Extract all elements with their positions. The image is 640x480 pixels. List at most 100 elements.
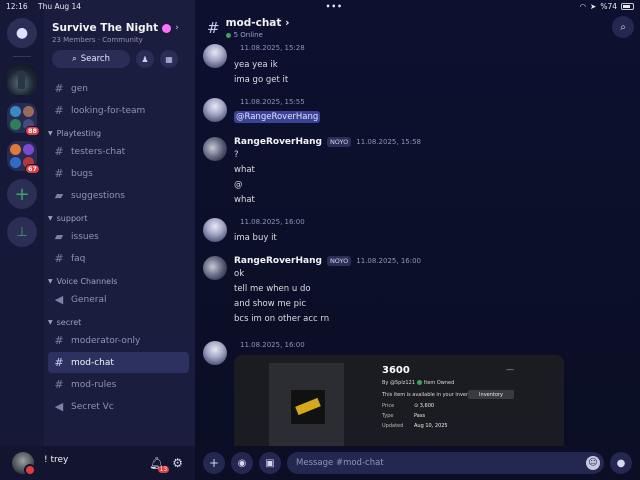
hash-icon: # [54,378,64,391]
settings-button[interactable]: ⚙ [172,456,183,470]
hash-icon: # [54,356,64,369]
voice-message-button[interactable]: ● [610,452,632,474]
channel-title-button[interactable]: mod-chat › 5 Online [226,17,290,39]
wifi-icon: ◠ [579,1,587,11]
avatar[interactable] [203,218,227,242]
message-text: what [234,195,255,205]
category-secret[interactable]: ▼ secret [44,311,195,329]
location-icon: ➤ [590,1,597,11]
avatar[interactable] [203,341,227,365]
channel-issues[interactable]: ▰ issues [48,226,189,247]
author-name[interactable]: RangeRoverHang [234,256,322,266]
message-placeholder: Message #mod-chat [296,458,384,468]
category-voice-channels[interactable]: ▼ Voice Channels [44,270,195,288]
folder-2-badge: 67 [24,164,40,174]
locked-speaker-icon: ◀ [54,400,64,413]
folder-1-badge: 88 [24,126,40,136]
gear-icon: ⚙ [172,456,183,470]
server-folder-1[interactable]: 88 [7,103,40,136]
channel-mod-chat[interactable]: # mod-chat [48,352,189,373]
channel-testers-chat[interactable]: # testers-chat [48,141,189,162]
chevron-down-icon: ▼ [48,130,53,137]
guild-members: 23 Members [52,36,96,44]
hash-icon: # [54,145,64,158]
server-icon-survive-the-night[interactable] [7,65,37,95]
search-button[interactable]: ⌕ Search [52,50,130,68]
search-icon: ⌕ [72,54,77,64]
channel-gen[interactable]: # gen [48,78,189,99]
chat-search-button[interactable]: ⌕ [612,16,634,38]
chevron-right-icon: › [175,23,179,33]
search-icon: ⌕ [620,21,626,33]
embed-availability: This item is available in your inventory… [382,392,481,398]
multitask-dots-icon[interactable]: ••• [326,2,343,11]
embed-price: ⊙ 3,600 [414,403,435,409]
message-text: ok [234,269,245,279]
embed-author: By @5plz121 [382,380,415,386]
boost-icon [162,23,172,33]
embed-type: Pass [414,413,426,419]
avatar[interactable] [12,452,36,476]
message-text: what [234,165,255,175]
channel-bugs[interactable]: # bugs [48,163,189,184]
avatar[interactable] [203,137,227,161]
plus-icon: + [14,183,30,205]
events-button[interactable]: ▦ [160,50,178,68]
invite-members-button[interactable]: ♟ [136,50,154,68]
inventory-button: Inventory [468,390,514,399]
channel-faq[interactable]: # faq [48,248,189,269]
guild-tag: NOYO [326,256,352,266]
timestamp: 11.08.2025, 16:00 [240,341,305,349]
message-text: tell me when u do [234,284,311,294]
direct-messages-button[interactable]: ● [7,18,37,48]
embed-updated: Aug 10, 2025 [414,423,448,429]
rail-divider [13,56,31,57]
message-text: yea yea ik [234,60,278,70]
avatar[interactable] [203,256,227,280]
emoji-icon[interactable]: ☺ [586,456,600,470]
channel-mod-rules[interactable]: # mod-rules [48,374,189,395]
avatar[interactable] [203,98,227,122]
channel-looking-for-team[interactable]: # looking-for-team [48,100,189,121]
category-support[interactable]: ▼ support [44,207,195,225]
add-attachment-button[interactable]: + [203,452,225,474]
message: 11.08.2025, 16:00 3600 — By @5plz121 Item… [203,341,633,446]
channel-sidebar: Survive The Night › 23 Members · Communi… [44,0,195,446]
message-input[interactable]: Message #mod-chat ☺ [287,452,604,474]
embed-owned: Item Owned [423,380,455,386]
channel-general-voice[interactable]: ◀ General [48,289,189,310]
user-mention[interactable]: @RangeRoverHang [234,111,321,123]
add-server-button[interactable]: + [7,179,37,209]
message: 11.08.2025, 15:28 yea yea ik ima go get … [203,44,633,88]
gamepad-icon: ◉ [237,457,247,469]
server-folder-2[interactable]: 67 [7,141,40,174]
category-playtesting[interactable]: ▼ Playtesting [44,122,195,140]
battery-icon [621,2,634,10]
image-attachment[interactable]: 3600 — By @5plz121 Item Owned This item i… [234,355,564,446]
channel-secret-vc[interactable]: ◀ Secret Vc [48,396,189,417]
discover-button[interactable]: ⊥ [7,217,37,247]
message-text: ? [234,150,239,160]
gift-button[interactable]: ▣ [259,452,281,474]
username[interactable]: ! trey [44,455,141,465]
notifications-button[interactable]: 🔔︎ 13 [149,456,170,473]
message-list: 11.08.2025, 15:28 yea yea ik ima go get … [195,44,640,446]
add-member-icon: ♟ [141,54,149,64]
channel-hash-icon: # [207,19,220,37]
item-preview [269,363,344,446]
message-text: and show me pic [234,299,307,309]
guild-tag: NOYO [326,137,352,147]
hash-icon: # [54,252,64,265]
channel-moderator-only[interactable]: # moderator-only [48,330,189,351]
speaker-icon: ◀ [54,293,64,306]
activities-button[interactable]: ◉ [231,452,253,474]
calendar-icon: ▦ [165,54,173,64]
channel-suggestions[interactable]: ▰ suggestions [48,185,189,206]
avatar[interactable] [203,44,227,68]
guild-name: Survive The Night [52,22,159,34]
status-bar: 12:16 Thu Aug 14 ••• ◠ ➤ %74 [0,0,640,12]
timestamp: 11.08.2025, 16:00 [240,218,305,226]
message-text: ima buy it [234,233,277,243]
author-name[interactable]: RangeRoverHang [234,137,322,147]
timestamp: 11.08.2025, 15:55 [240,98,305,106]
